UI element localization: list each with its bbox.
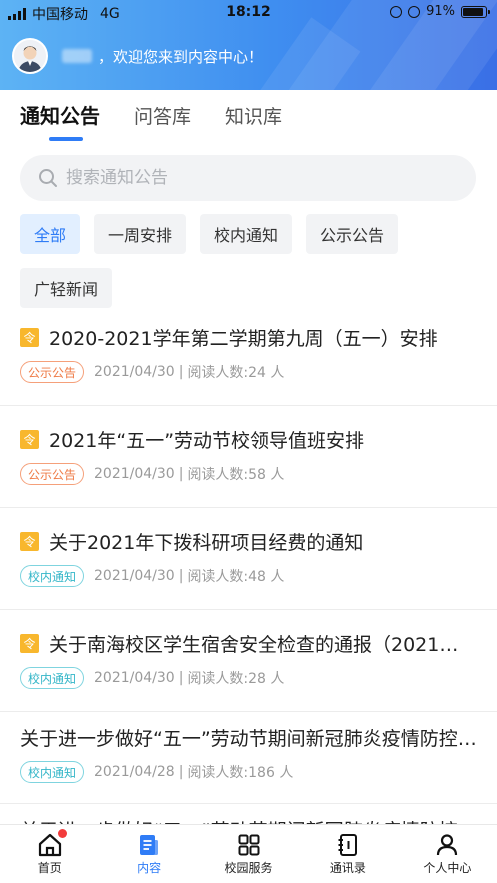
item-title: 2020-2021学年第二学期第九周（五一）安排 <box>49 328 438 350</box>
list-item[interactable]: 关于进一步做好“五一”劳动节期间新冠肺炎疫情防控工作的通知 校内通知 2021/… <box>0 712 497 804</box>
status-bar: 中国移动 4G 18:12 91% <box>0 0 497 26</box>
list-item[interactable]: 令 2020-2021学年第二学期第九周（五一）安排 公示公告 2021/04/… <box>0 318 497 406</box>
item-reads: 阅读人数:186 人 <box>187 765 294 781</box>
notice-flag-icon: 令 <box>20 532 39 551</box>
item-date: 2021/04/28 <box>94 764 175 780</box>
filter-all[interactable]: 全部 <box>20 214 81 254</box>
tab-qa[interactable]: 问答库 <box>134 102 191 137</box>
user-icon <box>437 834 458 856</box>
item-title: 关于2021年下拨科研项目经费的通知 <box>49 532 364 554</box>
meta-separator: | <box>178 466 184 482</box>
filter-campus-notice[interactable]: 校内通知 <box>200 214 293 254</box>
tab-knowledge-label: 知识库 <box>225 106 283 128</box>
notification-badge <box>58 829 67 838</box>
nav-campus-services[interactable]: 校园服务 <box>199 825 298 883</box>
nav-campus-services-label: 校园服务 <box>224 861 273 875</box>
tab-knowledge[interactable]: 知识库 <box>225 102 282 137</box>
grid-icon <box>238 834 260 856</box>
list-item[interactable]: 令 2021年“五一”劳动节校领导值班安排 公示公告 2021/04/30 | … <box>0 406 497 508</box>
nav-content[interactable]: 内容 <box>99 825 198 883</box>
bottom-nav: 首页 内容 校园服务 通讯录 个人中心 <box>0 824 497 883</box>
filter-weekly-schedule[interactable]: 一周安排 <box>94 214 187 254</box>
item-reads: 阅读人数:28 人 <box>187 671 285 687</box>
item-date: 2021/04/30 <box>94 466 175 482</box>
category-tag: 公示公告 <box>20 463 85 485</box>
avatar[interactable] <box>12 38 48 74</box>
document-icon <box>140 835 159 855</box>
nav-profile-label: 个人中心 <box>423 861 472 875</box>
meta-separator: | <box>178 364 184 380</box>
nav-home[interactable]: 首页 <box>0 825 99 883</box>
list-item[interactable]: 令 关于南海校区学生宿舍安全检查的通报（2021年4月） 校内通知 2021/0… <box>0 610 497 712</box>
welcome-text: ，欢迎您来到内容中心！ <box>98 47 264 66</box>
active-tab-indicator <box>49 137 83 141</box>
meta-separator: | <box>178 568 184 584</box>
filter-public-announcement[interactable]: 公示公告 <box>306 214 399 254</box>
search-icon <box>39 169 57 187</box>
avatar-person-icon <box>14 40 46 72</box>
category-tag: 校内通知 <box>20 667 85 689</box>
username-masked <box>62 49 92 63</box>
item-title: 2021年“五一”劳动节校领导值班安排 <box>49 430 365 452</box>
nav-contacts[interactable]: 通讯录 <box>298 825 397 883</box>
rotation-lock-icon <box>390 5 403 18</box>
search-input[interactable] <box>66 168 446 188</box>
contacts-icon <box>338 834 357 856</box>
category-tag: 校内通知 <box>20 761 85 783</box>
welcome-row: ，欢迎您来到内容中心！ <box>12 38 263 74</box>
search-bar[interactable] <box>20 155 476 201</box>
content-tabs: 通知公告 问答库 知识库 <box>20 100 316 141</box>
list-item[interactable]: 令 关于2021年下拨科研项目经费的通知 校内通知 2021/04/30 | 阅… <box>0 508 497 610</box>
item-title: 关于南海校区学生宿舍安全检查的通报（2021年4月） <box>49 634 477 656</box>
meta-separator: | <box>178 670 184 686</box>
nav-content-label: 内容 <box>137 861 162 875</box>
header-banner: 中国移动 4G 18:12 91% ，欢迎您来到内容中心！ <box>0 0 497 90</box>
tab-notices-label: 通知公告 <box>20 104 100 128</box>
item-reads: 阅读人数:24 人 <box>187 365 285 381</box>
item-date: 2021/04/30 <box>94 568 175 584</box>
tab-notices[interactable]: 通知公告 <box>20 100 100 141</box>
nav-contacts-label: 通讯录 <box>329 861 366 875</box>
tab-qa-label: 问答库 <box>134 106 192 128</box>
item-reads: 阅读人数:48 人 <box>187 569 285 585</box>
notice-flag-icon: 令 <box>20 328 39 347</box>
filter-chips: 全部 一周安排 校内通知 公示公告 广轻新闻 <box>20 214 490 308</box>
nav-home-label: 首页 <box>37 861 62 875</box>
filter-news[interactable]: 广轻新闻 <box>20 268 113 308</box>
item-date: 2021/04/30 <box>94 670 175 686</box>
notice-flag-icon: 令 <box>20 634 39 653</box>
battery-icon <box>461 5 490 18</box>
alarm-icon <box>408 5 421 18</box>
item-title: 关于进一步做好“五一”劳动节期间新冠肺炎疫情防控工作的通知 <box>20 728 477 750</box>
nav-profile[interactable]: 个人中心 <box>398 825 497 883</box>
item-reads: 阅读人数:58 人 <box>187 467 285 483</box>
meta-separator: | <box>178 764 184 780</box>
category-tag: 校内通知 <box>20 565 85 587</box>
notice-flag-icon: 令 <box>20 430 39 449</box>
category-tag: 公示公告 <box>20 361 85 383</box>
item-date: 2021/04/30 <box>94 364 175 380</box>
notice-list: 令 2020-2021学年第二学期第九周（五一）安排 公示公告 2021/04/… <box>0 318 497 844</box>
battery-percent: 91% <box>426 4 455 19</box>
